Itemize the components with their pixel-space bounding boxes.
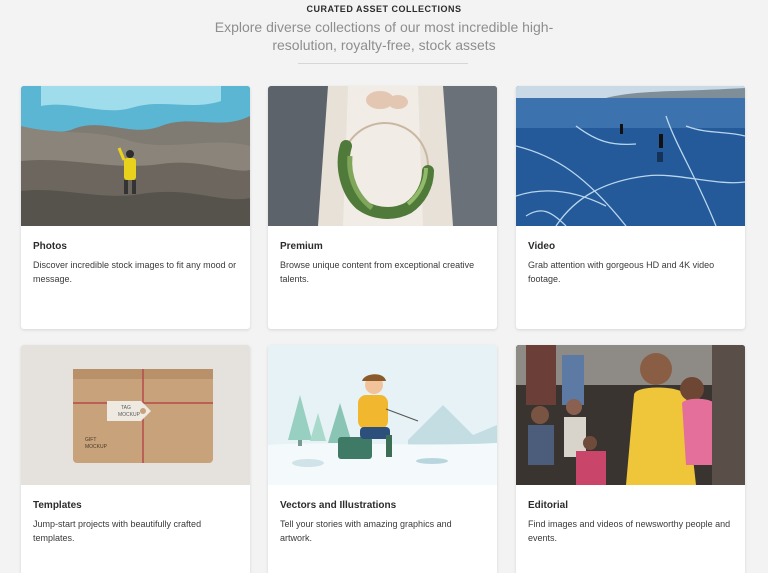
crowd-editorial-image <box>516 345 745 485</box>
collection-card-premium[interactable]: Premium Browse unique content from excep… <box>268 86 497 329</box>
collection-card-editorial[interactable]: Editorial Find images and videos of news… <box>516 345 745 573</box>
gift-mockup-label: GIFT <box>85 437 96 443</box>
collection-card-vectors-illustrations[interactable]: Vectors and Illustrations Tell your stor… <box>268 345 497 573</box>
card-title: Editorial <box>528 500 569 511</box>
header-divider <box>298 63 468 64</box>
card-description: Jump-start projects with beautifully cra… <box>33 519 202 543</box>
collections-subtitle: Explore diverse collections of our most … <box>214 19 554 53</box>
tag-mockup-label-2: MOCKUP <box>118 412 141 418</box>
collection-card-photos[interactable]: Photos Discover incredible stock images … <box>21 86 250 329</box>
card-title: Premium <box>280 241 323 252</box>
gift-mockup-label-2: MOCKUP <box>85 444 108 450</box>
card-title: Vectors and Illustrations <box>280 500 397 511</box>
card-description: Grab attention with gorgeous HD and 4K v… <box>528 260 715 284</box>
card-description: Tell your stories with amazing graphics … <box>280 519 452 543</box>
gift-mockup-image: TAG MOCKUP GIFT MOCKUP <box>21 345 250 485</box>
card-description: Discover incredible stock images to fit … <box>33 260 237 284</box>
card-title: Photos <box>33 241 67 252</box>
card-title: Video <box>528 241 556 252</box>
card-description: Browse unique content from exceptional c… <box>280 260 475 284</box>
frozen-lake-image <box>516 86 745 226</box>
glacier-hiker-image <box>21 86 250 226</box>
card-title: Templates <box>33 500 82 511</box>
tag-mockup-label: TAG <box>121 405 131 411</box>
collection-card-video[interactable]: Video Grab attention with gorgeous HD an… <box>516 86 745 329</box>
card-description: Find images and videos of newsworthy peo… <box>528 519 731 543</box>
ice-fishing-illustration <box>268 345 497 485</box>
wreath-image <box>268 86 497 226</box>
collection-card-templates[interactable]: TAG MOCKUP GIFT MOCKUP Templates Jump-st… <box>21 345 250 573</box>
collections-eyebrow: CURATED ASSET COLLECTIONS <box>306 4 462 14</box>
